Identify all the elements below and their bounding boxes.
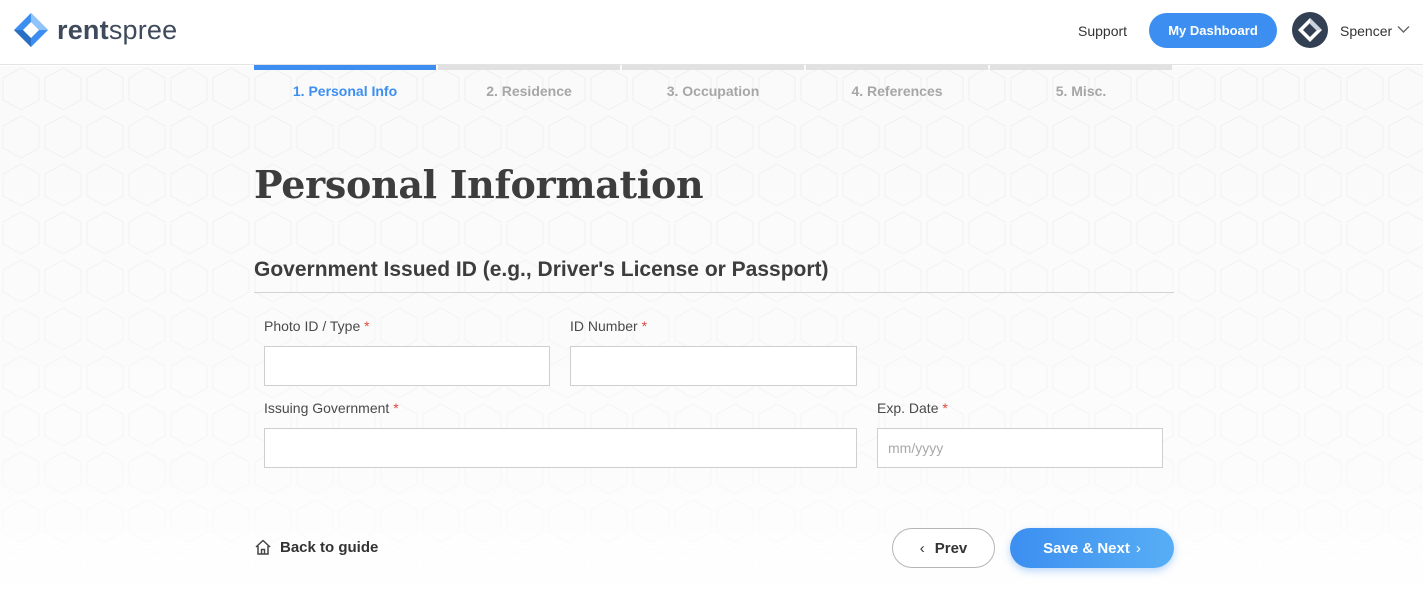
step-progress: 1. Personal Info 2. Residence 3. Occupat… [254, 65, 1174, 105]
save-and-next-label: Save & Next [1043, 539, 1130, 557]
step-label: 5. Misc. [1055, 83, 1107, 99]
step-bar [990, 65, 1172, 70]
photo-id-label-text: Photo ID / Type [264, 318, 361, 334]
exp-date-label: Exp. Date * [877, 399, 948, 417]
issuing-government-label-text: Issuing Government [264, 400, 390, 416]
required-mark: * [393, 400, 399, 416]
logo-wordmark-strong: rent [57, 15, 109, 45]
rentspree-logo[interactable]: rentspree [13, 12, 177, 48]
home-icon [255, 539, 271, 555]
save-and-next-button[interactable]: Save & Next › [1010, 528, 1174, 568]
step-bar [438, 65, 620, 70]
prev-button[interactable]: ‹ Prev [892, 528, 995, 568]
step-bar [806, 65, 988, 70]
step-misc[interactable]: 5. Misc. [990, 65, 1172, 105]
step-references[interactable]: 4. References [806, 65, 988, 105]
id-number-input[interactable] [570, 346, 857, 386]
avatar-diamond-icon [1298, 18, 1322, 42]
chevron-left-icon: ‹ [919, 539, 925, 557]
top-header: rentspree Support My Dashboard Spencer [0, 0, 1423, 65]
back-to-guide-label: Back to guide [280, 538, 379, 556]
page-title: Personal Information [254, 162, 704, 207]
issuing-government-label: Issuing Government * [264, 399, 399, 417]
logo-wordmark-rest: spree [108, 15, 178, 45]
exp-date-label-text: Exp. Date [877, 400, 939, 416]
support-link[interactable]: Support [1078, 22, 1127, 40]
chevron-down-icon[interactable] [1397, 25, 1410, 34]
step-bar [254, 65, 436, 70]
prev-button-label: Prev [934, 539, 968, 557]
step-bar [622, 65, 804, 70]
id-number-label: ID Number * [570, 317, 647, 335]
section-divider [254, 292, 1174, 293]
required-mark: * [641, 318, 648, 334]
background-pattern [0, 66, 1423, 600]
step-label: 4. References [851, 83, 943, 99]
my-dashboard-button[interactable]: My Dashboard [1149, 13, 1277, 48]
logo-wordmark: rentspree [57, 14, 177, 46]
step-residence[interactable]: 2. Residence [438, 65, 620, 105]
required-mark: * [942, 400, 948, 416]
section-title: Government Issued ID (e.g., Driver's Lic… [254, 258, 829, 281]
step-label: 2. Residence [486, 83, 572, 99]
rentspree-logo-icon [14, 13, 48, 47]
required-mark: * [364, 318, 370, 334]
user-name[interactable]: Spencer [1340, 22, 1392, 40]
exp-date-input[interactable] [877, 428, 1163, 468]
step-personal-info[interactable]: 1. Personal Info [254, 65, 436, 105]
user-avatar[interactable] [1292, 12, 1328, 48]
back-to-guide-link[interactable]: Back to guide [254, 538, 378, 556]
photo-id-input[interactable] [264, 346, 550, 386]
step-label: 1. Personal Info [292, 83, 398, 99]
step-occupation[interactable]: 3. Occupation [622, 65, 804, 105]
issuing-government-input[interactable] [264, 428, 857, 468]
chevron-right-icon: › [1135, 539, 1141, 557]
step-label: 3. Occupation [666, 83, 760, 99]
photo-id-label: Photo ID / Type * [264, 317, 370, 335]
id-number-label-text: ID Number [570, 318, 638, 334]
